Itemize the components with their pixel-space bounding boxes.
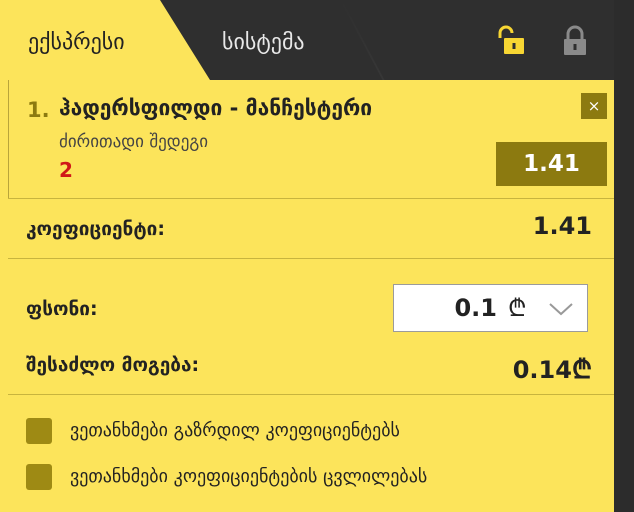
accept-increased-odds-checkbox[interactable] [26, 418, 52, 444]
divider [8, 394, 614, 395]
possible-win-label: შესაძლო მოგება: [26, 354, 200, 376]
bet-odd: 1.41 [496, 142, 607, 186]
divider [8, 198, 614, 199]
lock-icon[interactable] [558, 24, 592, 58]
bet-item: 1. ჰადერსფილდი - მანჩესტერი ძირითადი შედ… [8, 80, 614, 198]
chevron-down-icon[interactable] [548, 301, 574, 317]
lari-icon: ₾ [571, 355, 592, 385]
betslip-tabbar: სისტემა ექსპრესი [0, 0, 614, 80]
betslip-panel: სისტემა ექსპრესი 1. ჰადერსფილდი - მანჩეს… [0, 0, 614, 512]
coefficient-label: კოეფიციენტი: [26, 218, 165, 240]
possible-win-value: 0.14 [512, 356, 572, 384]
tab-system-label: სისტემა [222, 30, 305, 55]
stake-input[interactable]: 0.1 ₾ [393, 284, 588, 332]
unlock-icon[interactable] [494, 24, 528, 58]
bet-outcome: 2 [59, 158, 73, 182]
bet-market-name: ძირითადი შედეგი [59, 132, 209, 152]
possible-win: 0.14₾ [513, 350, 592, 386]
stake-value: 0.1 [454, 294, 497, 322]
coefficient-value: 1.41 [532, 212, 592, 240]
accept-increased-odds-label: ვეთანხმები გაზრდილ კოეფიციენტებს [70, 420, 400, 441]
bet-index: 1. [27, 98, 50, 122]
remove-bet-button[interactable]: × [581, 93, 607, 119]
accept-odds-change-checkbox[interactable] [26, 464, 52, 490]
close-icon: × [587, 97, 601, 115]
accept-odds-change-label: ვეთანხმები კოეფიციენტების ცვლილებას [70, 466, 428, 487]
divider [8, 258, 614, 259]
lari-icon: ₾ [508, 294, 527, 322]
bet-match-name: ჰადერსფილდი - მანჩესტერი [59, 96, 373, 120]
page-background-strip [614, 0, 634, 512]
tab-express-label: ექსპრესი [28, 30, 125, 55]
stake-label: ფსონი: [26, 298, 98, 320]
